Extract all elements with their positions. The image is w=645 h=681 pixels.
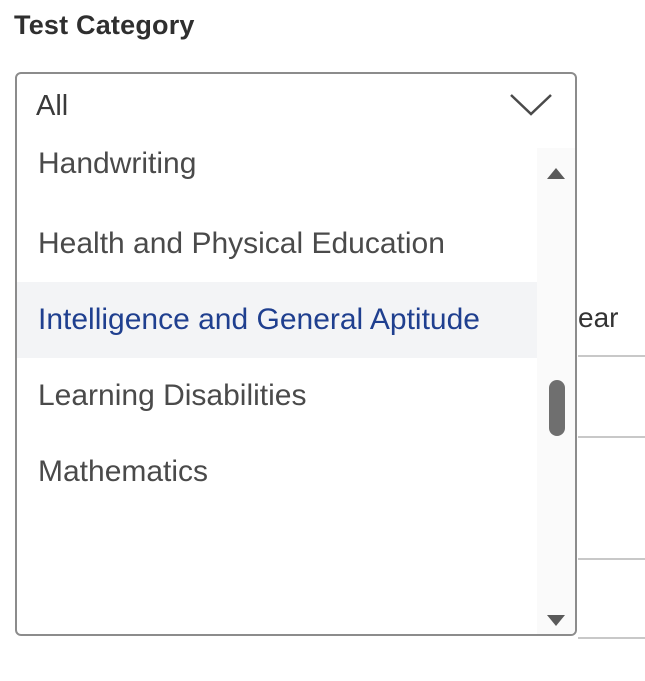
table-divider <box>578 355 645 357</box>
option-intelligence-and-general-aptitude[interactable]: Intelligence and General Aptitude <box>17 282 537 358</box>
table-divider <box>578 558 645 560</box>
option-label: Learning Disabilities <box>38 379 307 412</box>
page-root: Test Category ear All Handwriting Health… <box>0 0 645 681</box>
option-health-and-physical-education[interactable]: Health and Physical Education <box>17 206 537 282</box>
option-learning-disabilities[interactable]: Learning Disabilities <box>17 358 537 434</box>
scroll-down-arrow-icon[interactable] <box>547 615 565 626</box>
table-column-header: ear <box>578 302 619 333</box>
test-category-dropdown[interactable]: All Handwriting Health and Physical Educ… <box>15 72 577 636</box>
option-label: Handwriting <box>38 148 197 180</box>
options-scrollbar[interactable] <box>537 148 575 634</box>
option-label: Health and Physical Education <box>38 227 445 260</box>
scroll-up-arrow-icon[interactable] <box>547 168 565 179</box>
option-handwriting[interactable]: Handwriting <box>17 148 537 206</box>
table-divider <box>578 436 645 438</box>
scrollbar-thumb[interactable] <box>549 380 565 436</box>
test-category-select[interactable]: All <box>17 74 575 148</box>
table-divider <box>578 637 645 639</box>
option-label: Mathematics <box>38 455 209 488</box>
option-label: Intelligence and General Aptitude <box>38 303 480 336</box>
options-list[interactable]: Handwriting Health and Physical Educatio… <box>17 148 575 634</box>
selected-value: All <box>36 90 69 122</box>
test-category-label: Test Category <box>14 10 195 40</box>
option-mathematics[interactable]: Mathematics <box>17 434 537 510</box>
chevron-down-icon[interactable] <box>509 92 553 118</box>
